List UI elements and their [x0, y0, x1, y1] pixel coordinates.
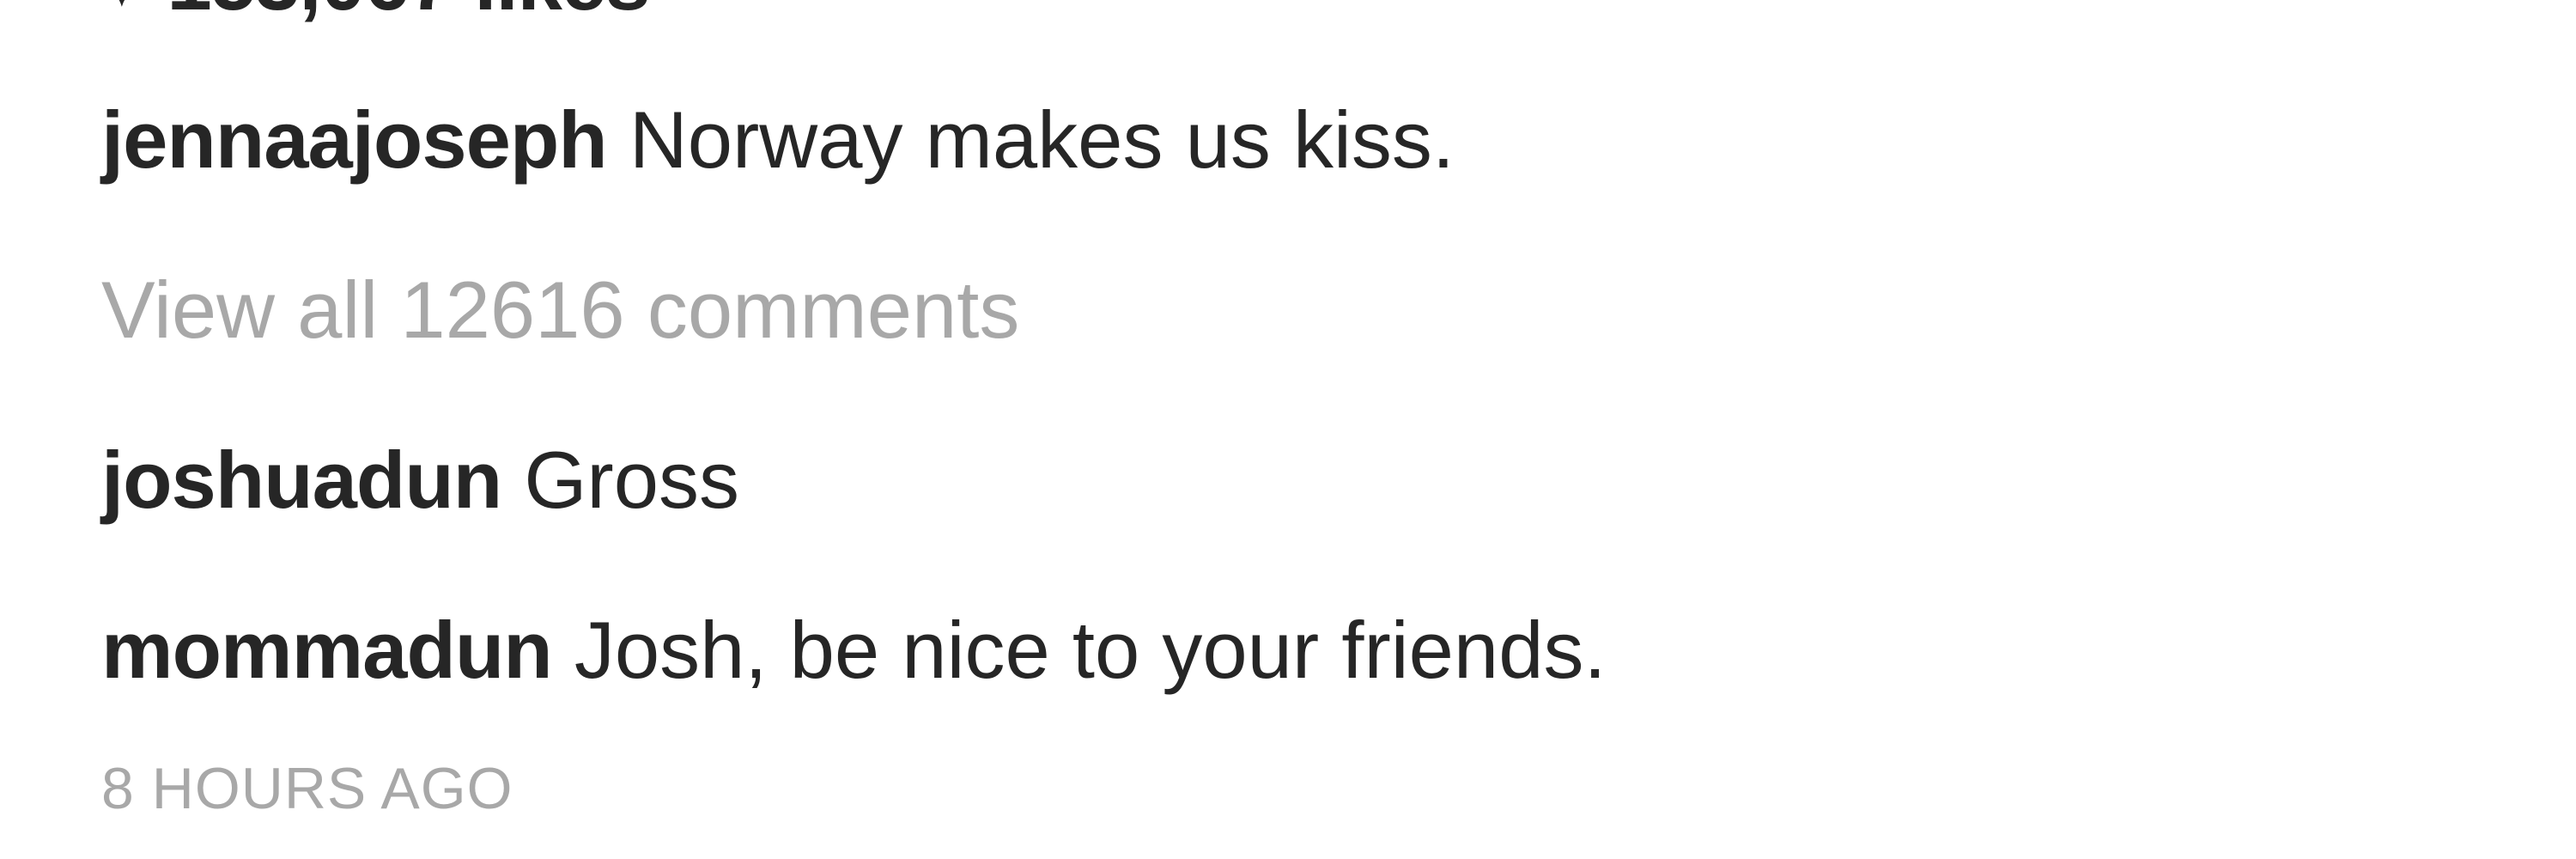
comment-row: joshuadun Gross [101, 440, 739, 521]
post-details: ♥153,067 likes jennaajoseph Norway makes… [0, 0, 2576, 859]
comment-username[interactable]: joshuadun [101, 435, 502, 525]
post-timestamp: 8 HOURS AGO [101, 756, 513, 821]
heart-icon: ♥ [101, 0, 142, 17]
comment-row: mommadun Josh, be nice to your friends. [101, 610, 1607, 691]
view-all-comments-link[interactable]: View all 12616 comments [101, 270, 1019, 350]
comment-text: Josh, be nice to your friends. [574, 605, 1607, 695]
likes-count[interactable]: ♥153,067 likes [101, 0, 650, 22]
likes-text: 153,067 likes [167, 0, 651, 27]
comment-text: Gross [524, 435, 740, 525]
post-caption: jennaajoseph Norway makes us kiss. [101, 100, 1455, 180]
caption-text: Norway makes us kiss. [629, 94, 1455, 185]
comment-username[interactable]: mommadun [101, 605, 553, 695]
caption-username[interactable]: jennaajoseph [101, 94, 608, 185]
